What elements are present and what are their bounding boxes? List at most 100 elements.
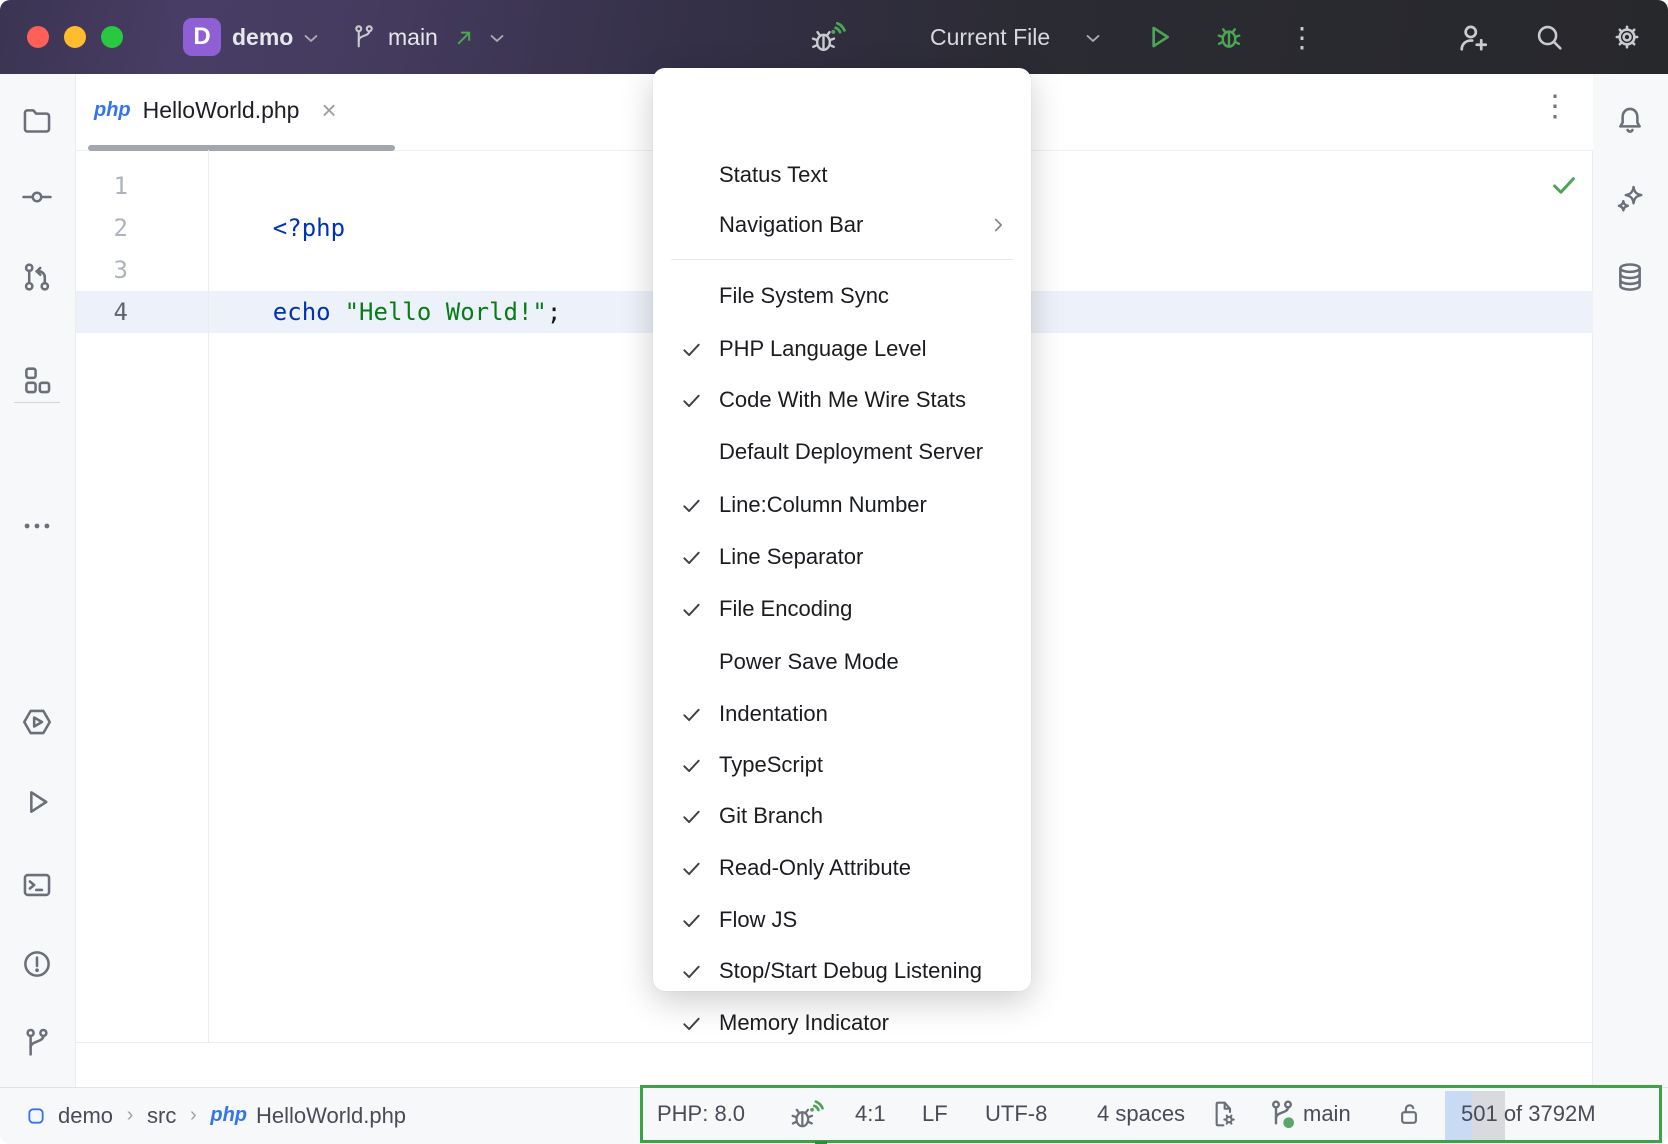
database-icon[interactable]: [1613, 260, 1647, 294]
checkmark-icon: [680, 857, 706, 880]
settings-gear-icon[interactable]: [1610, 20, 1644, 54]
checkmark-icon: [680, 703, 706, 726]
menu-item-label: Default Deployment Server: [719, 439, 983, 465]
breadcrumb-separator: ›: [113, 1104, 147, 1127]
menu-item-navigation-bar[interactable]: Navigation Bar: [653, 199, 1031, 251]
tab-helloworld-php[interactable]: php HelloWorld.php ×: [88, 74, 343, 146]
menu-item-line-separator[interactable]: Line Separator: [653, 531, 1031, 583]
module-icon: [26, 1106, 46, 1126]
branch-status-dot: [1283, 1117, 1294, 1128]
breadcrumb-folder[interactable]: src: [147, 1103, 176, 1129]
tab-bar-more-vertical-icon[interactable]: ⋮: [1540, 92, 1570, 122]
php-version-widget[interactable]: PHP: 8.0: [657, 1088, 745, 1140]
debug-listener-icon[interactable]: [788, 1088, 826, 1140]
php-file-icon: php: [210, 1104, 247, 1127]
search-icon[interactable]: [1532, 20, 1566, 54]
menu-item-code-with-me-wire-stats[interactable]: Code With Me Wire Stats: [653, 374, 1031, 426]
menu-item-indentation[interactable]: Indentation: [653, 688, 1031, 740]
line-number: 3: [75, 249, 128, 291]
menu-item-file-system-sync[interactable]: File System Sync: [653, 270, 1031, 322]
string-literal: "Hello World!": [345, 298, 547, 326]
menu-item-label: Memory Indicator: [719, 1010, 889, 1036]
checkmark-icon: [680, 805, 706, 828]
git-branch-icon[interactable]: [20, 1026, 54, 1060]
menu-item-label: Git Branch: [719, 803, 823, 829]
checkmark-icon: [680, 909, 706, 932]
breadcrumb-file[interactable]: HelloWorld.php: [256, 1103, 406, 1129]
menu-item-default-deployment-server[interactable]: Default Deployment Server: [653, 426, 1031, 478]
submenu-arrow-icon: [987, 214, 1009, 236]
pull-request-icon[interactable]: [20, 260, 54, 294]
window-zoom-button[interactable]: [101, 26, 123, 48]
line-number-current: 4: [75, 291, 128, 333]
inspections-ok-check-icon[interactable]: [1549, 170, 1579, 200]
menu-item-status-text[interactable]: Status Text: [653, 149, 1031, 201]
encoding-widget[interactable]: UTF-8: [985, 1088, 1047, 1140]
menu-item-label: Line Separator: [719, 544, 863, 570]
menu-item-typescript[interactable]: TypeScript: [653, 739, 1031, 791]
checkmark-icon: [680, 598, 706, 621]
menu-item-label: PHP Language Level: [719, 336, 927, 362]
menu-item-power-save-mode[interactable]: Power Save Mode: [653, 636, 1031, 688]
menu-separator: [671, 259, 1013, 260]
chevron-down-icon: [486, 27, 508, 49]
checkmark-icon: [680, 338, 706, 361]
breadcrumb: demo › src › php HelloWorld.php: [26, 1088, 406, 1143]
memory-indicator-widget[interactable]: 501 of 3792M: [1461, 1088, 1596, 1140]
checkmark-icon: [680, 546, 706, 569]
run-icon[interactable]: [20, 785, 54, 819]
ide-window: D demo main Current File: [0, 0, 1668, 1144]
debug-listener-icon[interactable]: [808, 18, 848, 58]
project-name[interactable]: demo: [232, 0, 293, 74]
run-configuration-selector[interactable]: Current File: [930, 0, 1050, 74]
title-bar: D demo main Current File: [0, 0, 1668, 74]
ai-sparkles-icon[interactable]: [1613, 182, 1647, 216]
indent-widget[interactable]: 4 spaces: [1097, 1088, 1185, 1140]
window-minimize-button[interactable]: [64, 26, 86, 48]
menu-item-memory-indicator[interactable]: Memory Indicator: [653, 997, 1031, 1049]
menu-item-git-branch[interactable]: Git Branch: [653, 790, 1031, 842]
menu-item-stop-start-debug-listening[interactable]: Stop/Start Debug Listening: [653, 945, 1031, 997]
code-line-3[interactable]: echo"Hello World!";: [215, 249, 561, 291]
problems-icon[interactable]: [20, 947, 54, 981]
active-tab-underline: [88, 145, 395, 151]
menu-item-file-encoding[interactable]: File Encoding: [653, 583, 1031, 635]
gutter-separator: [208, 150, 209, 1042]
menu-item-php-language-level[interactable]: PHP Language Level: [653, 323, 1031, 375]
menu-item-flow-js[interactable]: Flow JS: [653, 894, 1031, 946]
debug-button bug-icon[interactable]: [1212, 20, 1246, 54]
add-user-icon[interactable]: [1455, 20, 1491, 56]
terminal-icon[interactable]: [20, 868, 54, 902]
branch-name[interactable]: main: [388, 0, 438, 74]
menu-item-label: Status Text: [719, 162, 827, 188]
branch-widget[interactable]: main: [1303, 1088, 1351, 1140]
unlock-icon[interactable]: [1394, 1088, 1424, 1140]
more-horizontal-icon[interactable]: [20, 509, 54, 543]
structure-icon[interactable]: [20, 363, 54, 397]
menu-item-label: Stop/Start Debug Listening: [719, 958, 982, 984]
close-icon[interactable]: ×: [321, 95, 336, 126]
left-tool-stripe: [0, 74, 76, 1087]
menu-item-read-only-attribute[interactable]: Read-Only Attribute: [653, 842, 1031, 894]
php-open-tag: <?php: [273, 214, 345, 242]
file-settings-icon[interactable]: [1208, 1088, 1240, 1140]
services-icon[interactable]: [20, 705, 54, 739]
more-vertical-icon[interactable]: ⋮: [1288, 0, 1316, 74]
git-branch-icon[interactable]: [1266, 1088, 1298, 1140]
code-line-1[interactable]: <?php: [215, 165, 345, 207]
notifications-bell-icon[interactable]: [1613, 103, 1647, 137]
project-folder-icon[interactable]: [20, 103, 54, 137]
checkmark-icon: [680, 389, 706, 412]
menu-item-label: Power Save Mode: [719, 649, 899, 675]
menu-item-line-column-number[interactable]: Line:Column Number: [653, 479, 1031, 531]
line-separator-widget[interactable]: LF: [922, 1088, 948, 1140]
commit-icon[interactable]: [20, 180, 54, 214]
checkmark-icon: [680, 494, 706, 517]
breadcrumb-project[interactable]: demo: [58, 1103, 113, 1129]
menu-item-label: File Encoding: [719, 596, 852, 622]
line-column-widget[interactable]: 4:1: [855, 1088, 886, 1140]
window-close-button[interactable]: [27, 26, 49, 48]
project-avatar[interactable]: D: [183, 18, 221, 56]
run-button play-icon[interactable]: [1143, 21, 1175, 53]
chevron-down-icon: [300, 27, 322, 49]
